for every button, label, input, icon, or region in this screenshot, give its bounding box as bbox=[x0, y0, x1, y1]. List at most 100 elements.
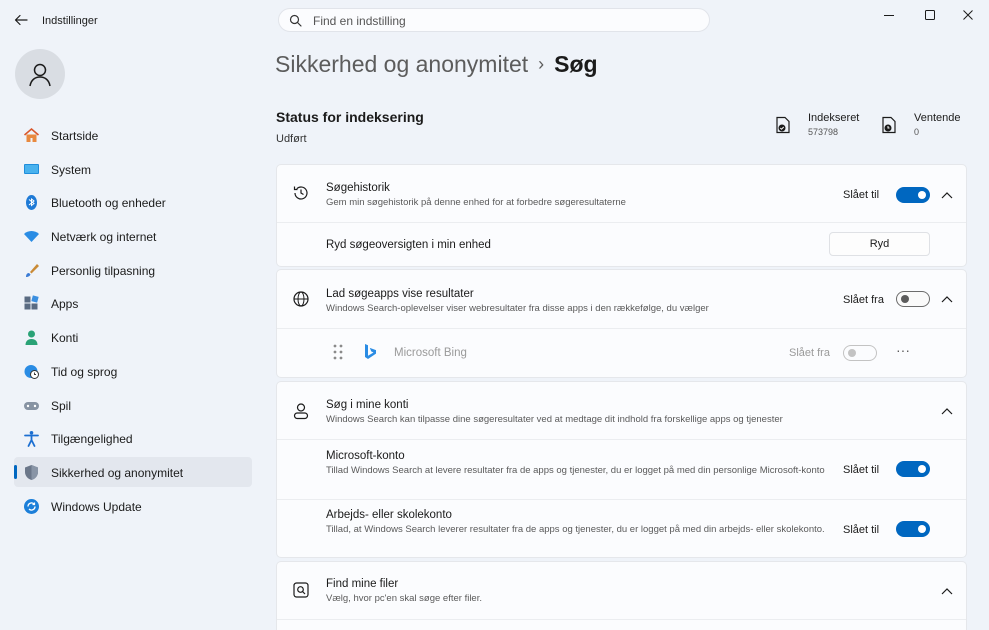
microsoft-account-state: Slået til bbox=[843, 464, 880, 476]
find-files-title: Find mine filer bbox=[326, 578, 399, 590]
search-history-header[interactable]: Søgehistorik Gem min søgehistorik på den… bbox=[277, 165, 966, 222]
more-options-icon[interactable]: ··· bbox=[896, 342, 910, 358]
microsoft-account-row: Microsoft-konto Tillad Windows Search at… bbox=[277, 440, 966, 499]
find-files-header[interactable]: Find mine filer Vælg, hvor pc'en skal sø… bbox=[277, 562, 966, 619]
sidebar-item-time-language[interactable]: Tid og sprog bbox=[14, 356, 252, 386]
sidebar-item-windows-update[interactable]: Windows Update bbox=[14, 491, 252, 521]
chevron-up-icon[interactable] bbox=[940, 188, 954, 202]
work-account-toggle[interactable] bbox=[896, 521, 930, 537]
gamepad-icon bbox=[23, 397, 40, 414]
clear-history-label: Ryd søgeoversigten i min enhed bbox=[326, 239, 491, 251]
find-files-desc: Vælg, hvor pc'en skal søge efter filer. bbox=[326, 593, 482, 604]
chevron-up-icon[interactable] bbox=[940, 584, 954, 598]
sidebar-item-system[interactable]: System bbox=[14, 154, 252, 184]
search-input[interactable] bbox=[311, 11, 695, 31]
clear-history-row: Ryd søgeoversigten i min enhed Ryd bbox=[277, 223, 966, 267]
search-history-state: Slået til bbox=[843, 189, 880, 201]
bing-row: Microsoft Bing Slået fra ··· bbox=[277, 329, 966, 378]
accessibility-icon bbox=[23, 430, 40, 448]
search-apps-state: Slået fra bbox=[843, 294, 884, 306]
search-apps-desc: Windows Search-oplevelser viser webresul… bbox=[326, 303, 709, 314]
indexed-doc-icon bbox=[776, 116, 790, 134]
sidebar-nav: Startside System Bluetooth og enheder Ne… bbox=[14, 120, 252, 524]
update-icon bbox=[23, 498, 40, 515]
home-icon bbox=[23, 127, 40, 144]
find-files-card: Find mine filer Vælg, hvor pc'en skal sø… bbox=[276, 561, 967, 630]
work-account-row: Arbejds- eller skolekonto Tillad, at Win… bbox=[277, 500, 966, 558]
search-icon bbox=[289, 14, 302, 27]
globe-icon bbox=[292, 290, 310, 308]
pending-label: Ventende bbox=[914, 112, 961, 124]
file-search-icon bbox=[292, 581, 310, 599]
sidebar-item-gaming[interactable]: Spil bbox=[14, 390, 252, 420]
shield-icon bbox=[23, 464, 40, 481]
search-apps-toggle[interactable] bbox=[896, 291, 930, 307]
divider bbox=[277, 619, 966, 620]
bing-label: Microsoft Bing bbox=[394, 347, 467, 359]
search-history-desc: Gem min søgehistorik på denne enhed for … bbox=[326, 197, 626, 208]
apps-icon bbox=[23, 295, 40, 312]
work-account-title: Arbejds- eller skolekonto bbox=[326, 509, 452, 521]
bluetooth-icon bbox=[23, 194, 40, 211]
chevron-up-icon[interactable] bbox=[940, 404, 954, 418]
work-account-desc: Tillad, at Windows Search leverer result… bbox=[326, 524, 825, 535]
page-title: Søg bbox=[554, 51, 598, 77]
indexed-label: Indekseret bbox=[808, 112, 860, 124]
user-icon bbox=[29, 63, 51, 87]
sidebar-item-network[interactable]: Netværk og internet bbox=[14, 221, 252, 251]
monitor-icon bbox=[23, 161, 40, 178]
breadcrumb-separator: › bbox=[538, 54, 545, 74]
search-history-card: Søgehistorik Gem min søgehistorik på den… bbox=[276, 164, 967, 267]
close-icon bbox=[963, 10, 973, 20]
microsoft-account-desc: Tillad Windows Search at levere resultat… bbox=[326, 465, 825, 476]
search-accounts-header[interactable]: Søg i mine konti Windows Search kan tilp… bbox=[277, 382, 966, 439]
breadcrumb-parent[interactable]: Sikkerhed og anonymitet bbox=[275, 51, 528, 77]
indexed-count: 573798 bbox=[808, 127, 839, 137]
search-history-title: Søgehistorik bbox=[326, 182, 390, 194]
sidebar-item-personalization[interactable]: Personlig tilpasning bbox=[14, 255, 252, 285]
maximize-button[interactable] bbox=[915, 6, 945, 24]
wifi-icon bbox=[23, 228, 40, 245]
search-apps-title: Lad søgeapps vise resultater bbox=[326, 288, 474, 300]
sidebar-item-bluetooth[interactable]: Bluetooth og enheder bbox=[14, 187, 252, 217]
back-button[interactable] bbox=[12, 11, 30, 29]
work-account-state: Slået til bbox=[843, 524, 880, 536]
title-bar: Indstillinger bbox=[0, 0, 989, 40]
search-accounts-card: Søg i mine konti Windows Search kan tilp… bbox=[276, 381, 967, 558]
bing-toggle[interactable] bbox=[843, 345, 877, 361]
search-accounts-title: Søg i mine konti bbox=[326, 399, 409, 411]
search-apps-header[interactable]: Lad søgeapps vise resultater Windows Sea… bbox=[277, 270, 966, 328]
search-accounts-desc: Windows Search kan tilpasse dine søgeres… bbox=[326, 414, 783, 425]
minimize-button[interactable] bbox=[874, 6, 904, 24]
minimize-icon bbox=[884, 15, 894, 16]
pending-doc-icon bbox=[882, 116, 896, 134]
person-icon bbox=[23, 329, 40, 346]
search-apps-card: Lad søgeapps vise resultater Windows Sea… bbox=[276, 269, 967, 378]
search-history-toggle[interactable] bbox=[896, 187, 930, 203]
sidebar-item-security[interactable]: Sikkerhed og anonymitet bbox=[14, 456, 252, 487]
sidebar-item-apps[interactable]: Apps bbox=[14, 288, 252, 318]
clear-history-button[interactable]: Ryd bbox=[829, 232, 930, 256]
arrow-left-icon bbox=[14, 14, 28, 26]
microsoft-account-toggle[interactable] bbox=[896, 461, 930, 477]
bing-icon bbox=[361, 343, 379, 361]
sidebar-item-accessibility[interactable]: Tilgængelighed bbox=[14, 423, 252, 453]
account-icon bbox=[292, 402, 310, 420]
sidebar-item-accounts[interactable]: Konti bbox=[14, 322, 252, 352]
pending-count: 0 bbox=[914, 127, 920, 137]
drag-handle-icon[interactable] bbox=[329, 343, 347, 361]
history-icon bbox=[292, 184, 310, 202]
close-button[interactable] bbox=[953, 6, 983, 24]
avatar[interactable] bbox=[15, 49, 65, 99]
bing-state: Slået fra bbox=[789, 347, 830, 359]
microsoft-account-title: Microsoft-konto bbox=[326, 450, 405, 462]
brush-icon bbox=[23, 262, 40, 279]
maximize-icon bbox=[925, 10, 935, 20]
app-title: Indstillinger bbox=[42, 15, 98, 27]
globe-clock-icon bbox=[23, 363, 40, 380]
search-box[interactable] bbox=[278, 8, 710, 32]
indexing-status-value: Udført bbox=[276, 133, 307, 145]
chevron-up-icon[interactable] bbox=[940, 292, 954, 306]
sidebar-item-startside[interactable]: Startside bbox=[14, 120, 252, 150]
breadcrumb: Sikkerhed og anonymitet › Søg bbox=[275, 51, 598, 78]
